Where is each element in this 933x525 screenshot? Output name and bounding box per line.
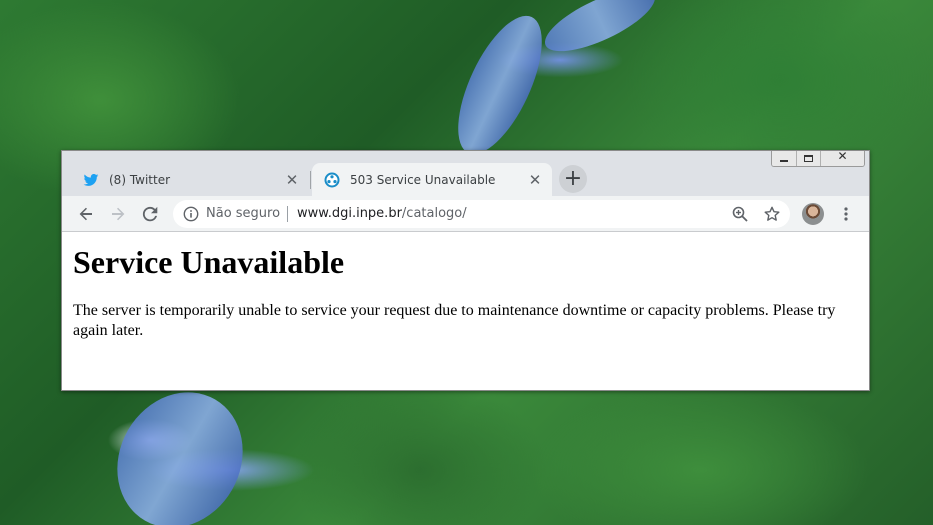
- url-path: /catalogo/: [401, 206, 467, 221]
- url-text[interactable]: www.dgi.inpe.br/catalogo/: [297, 206, 467, 221]
- arrow-right-icon: [112, 207, 125, 221]
- minimize-button[interactable]: [772, 151, 796, 166]
- address-bar[interactable]: Não seguro www.dgi.inpe.br/catalogo/: [173, 200, 790, 228]
- arrow-left-icon: [79, 207, 92, 221]
- profile-avatar[interactable]: [802, 203, 824, 225]
- tab-title: 503 Service Unavailable: [350, 172, 496, 187]
- info-icon[interactable]: [183, 206, 199, 222]
- page-heading: Service Unavailable: [73, 244, 345, 280]
- tab-title: (8) Twitter: [109, 172, 171, 187]
- maximize-icon: [804, 155, 813, 162]
- tab-separator: [310, 171, 311, 189]
- twitter-bird-icon: [83, 173, 99, 186]
- minimize-icon: [780, 160, 788, 162]
- back-button[interactable]: [74, 202, 98, 226]
- tab-strip: (8) Twitter ✕ 503 Service Unavailable ✕ …: [62, 151, 869, 196]
- close-icon: ✕: [837, 151, 848, 163]
- forward-button[interactable]: [106, 202, 130, 226]
- address-separator: [287, 206, 288, 222]
- star-icon: [764, 206, 780, 221]
- tab-close-icon[interactable]: ✕: [283, 171, 301, 189]
- browser-menu-button[interactable]: [834, 202, 858, 226]
- maximize-button[interactable]: [796, 151, 820, 166]
- more-vertical-icon: [844, 207, 848, 221]
- tab-503-service-unavailable[interactable]: 503 Service Unavailable ✕: [312, 163, 552, 196]
- url-host: www.dgi.inpe.br: [297, 206, 402, 221]
- security-status-label[interactable]: Não seguro: [206, 206, 280, 221]
- close-window-button[interactable]: ✕: [820, 151, 864, 166]
- plus-icon: +: [563, 166, 583, 191]
- browser-window: (8) Twitter ✕ 503 Service Unavailable ✕ …: [61, 150, 870, 391]
- reload-icon: [142, 206, 158, 222]
- reload-button[interactable]: [138, 202, 162, 226]
- globe-icon: [324, 172, 340, 187]
- wallpaper-river: [93, 369, 267, 525]
- tab-close-icon[interactable]: ✕: [526, 171, 544, 189]
- wallpaper-river: [537, 0, 663, 64]
- new-tab-button[interactable]: +: [559, 165, 587, 193]
- zoom-in-icon: [732, 206, 748, 222]
- window-controls: ✕: [771, 151, 865, 167]
- tab-twitter[interactable]: (8) Twitter ✕: [71, 163, 309, 196]
- error-message: The server is temporarily unable to serv…: [73, 302, 836, 339]
- page-content: Service Unavailable The server is tempor…: [62, 233, 869, 390]
- wallpaper-river: [441, 4, 559, 166]
- browser-toolbar: Não seguro www.dgi.inpe.br/catalogo/: [62, 196, 869, 232]
- bookmark-button[interactable]: [762, 204, 782, 224]
- zoom-button[interactable]: [730, 204, 750, 224]
